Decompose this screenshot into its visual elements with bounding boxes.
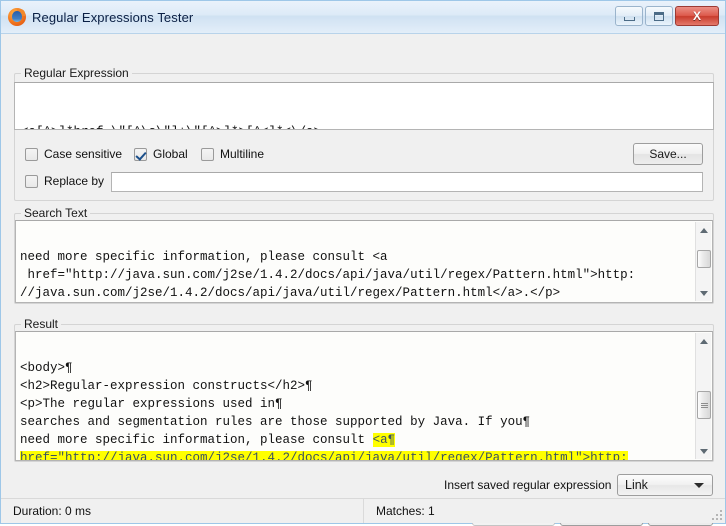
result-text: <h2>Regular-expression constructs</h2>¶ (20, 379, 313, 393)
result-content: <body>¶ <h2>Regular-expression constructs… (16, 359, 712, 460)
regex-input-value: <a[^>]*href=\"[^\s\"]+\"[^>]*>[^<]*<\/a> (15, 119, 713, 129)
case-sensitive-label: Case sensitive (44, 147, 123, 161)
scroll-thumb[interactable] (697, 250, 711, 268)
search-text-line: //java.sun.com/j2se/1.4.2/docs/api/java/… (20, 286, 561, 300)
match-highlight: href="http://java.sun.com/j2se/1.4.2/doc… (20, 451, 628, 460)
multiline-checkbox[interactable]: Multiline (201, 147, 264, 161)
saved-expression-dropdown[interactable]: Link (617, 474, 713, 496)
maximize-button[interactable] (645, 6, 673, 26)
replace-by-label: Replace by (44, 174, 105, 188)
result-line: need more specific information, please c… (20, 431, 708, 449)
chevron-down-icon (694, 483, 704, 488)
search-text-area[interactable]: need more specific information, please c… (15, 220, 713, 303)
title-bar: Regular Expressions Tester X (1, 1, 725, 34)
case-sensitive-box[interactable] (25, 147, 38, 161)
replace-by-box[interactable] (25, 174, 38, 188)
status-matches-cell: Matches: 1 (364, 499, 435, 523)
search-text-scrollbar[interactable] (695, 222, 711, 301)
regex-input[interactable]: <a[^>]*href=\"[^\s\"]+\"[^>]*>[^<]*<\/a> (14, 82, 714, 130)
window-controls: X (615, 6, 719, 26)
result-line: href="http://java.sun.com/j2se/1.4.2/doc… (20, 449, 708, 460)
global-label: Global (153, 147, 188, 161)
scroll-thumb[interactable] (697, 391, 711, 419)
status-matches: Matches: 1 (376, 504, 435, 518)
regular-expression-group-label: Regular Expression (21, 66, 132, 80)
multiline-box[interactable] (201, 147, 214, 161)
result-group-label: Result (21, 317, 62, 331)
result-area[interactable]: <body>¶ <h2>Regular-expression constructs… (15, 331, 713, 461)
minimize-icon (623, 16, 635, 21)
global-box[interactable] (134, 147, 147, 161)
result-line: <p>The regular expressions used in¶ (20, 395, 708, 413)
result-line: <body>¶ (20, 359, 708, 377)
save-button[interactable]: Save... (633, 143, 703, 165)
global-checkbox[interactable]: Global (134, 147, 188, 161)
minimize-button[interactable] (615, 6, 643, 26)
search-text-line: need more specific information, please c… (20, 250, 388, 264)
result-text: searches and segmentation rules are thos… (20, 415, 531, 429)
result-line: <h2>Regular-expression constructs</h2>¶ (20, 377, 708, 395)
result-scrollbar[interactable] (695, 333, 711, 459)
scroll-thumb-grip (700, 402, 708, 409)
result-text: <p>The regular expressions used in¶ (20, 397, 283, 411)
regex-tester-window: Regular Expressions Tester X Regular Exp… (0, 0, 726, 526)
scroll-up-icon[interactable] (696, 222, 712, 238)
result-line: searches and segmentation rules are thos… (20, 413, 708, 431)
firefox-icon (8, 8, 26, 26)
search-text-group-label: Search Text (21, 206, 91, 220)
replace-by-checkbox[interactable]: Replace by (25, 174, 104, 188)
result-text: <body>¶ (20, 361, 73, 375)
maximize-icon (654, 11, 664, 21)
result-text: need more specific information, please c… (20, 433, 373, 447)
case-sensitive-checkbox[interactable]: Case sensitive (25, 147, 122, 161)
insert-saved-label: Insert saved regular expression (444, 478, 612, 492)
search-text-content: need more specific information, please c… (16, 248, 712, 303)
scroll-down-icon[interactable] (696, 285, 712, 301)
close-button[interactable]: X (675, 6, 719, 26)
search-text-line: <p>There's a number of interactive (20, 302, 708, 303)
scroll-up-icon[interactable] (696, 333, 712, 349)
saved-expression-value: Link (625, 478, 648, 492)
scroll-down-icon[interactable] (696, 443, 712, 459)
window-title: Regular Expressions Tester (32, 9, 194, 25)
match-highlight: <a¶ (372, 433, 396, 447)
search-text-line: href="http://java.sun.com/j2se/1.4.2/doc… (20, 268, 636, 282)
multiline-label: Multiline (220, 147, 265, 161)
status-bar: Duration: 0 ms Matches: 1 (1, 498, 725, 523)
resize-grip-icon[interactable] (711, 509, 722, 520)
client-area: Regular Expression <a[^>]*href=\"[^\s\"]… (1, 34, 725, 526)
replace-by-input[interactable] (111, 172, 703, 192)
status-duration: Duration: 0 ms (13, 504, 92, 518)
close-icon: X (692, 9, 701, 23)
status-duration-cell: Duration: 0 ms (1, 499, 364, 523)
